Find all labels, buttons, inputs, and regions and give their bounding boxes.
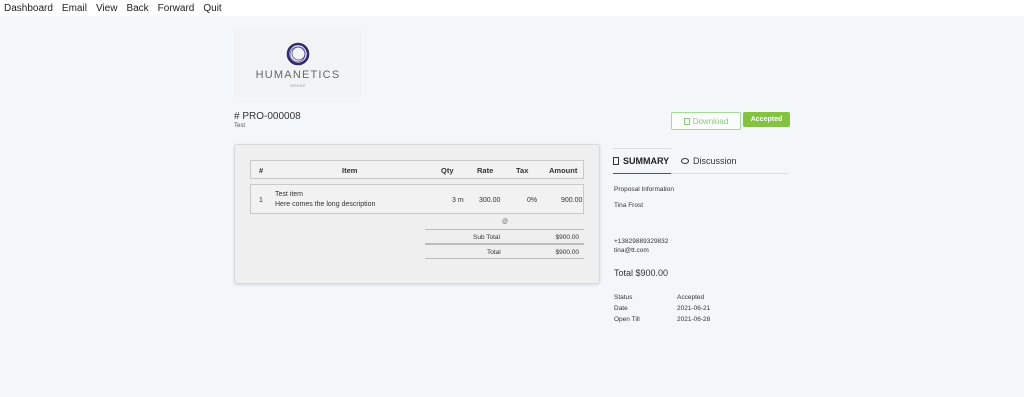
row-amount: 900.00 — [561, 197, 583, 204]
client-name: Tina Frost — [614, 202, 644, 209]
row-rate: 300.00 — [479, 197, 501, 204]
company-logo: HUMANETICS GROUP — [234, 29, 362, 97]
download-label: Download — [692, 116, 729, 126]
total-value: $900.00 — [555, 249, 580, 256]
row-description: Here comes the long description — [275, 201, 376, 208]
date-label: Date — [614, 305, 628, 312]
row-num: 1 — [259, 197, 263, 204]
menu-email[interactable]: Email — [62, 3, 87, 14]
table-marker: @ — [502, 219, 509, 225]
menu-view[interactable]: View — [96, 3, 118, 14]
row-item: Test item — [275, 191, 304, 198]
proposal-number: # PRO-000008 — [234, 111, 301, 122]
col-num-header: # — [259, 166, 264, 175]
col-rate-header: Rate — [477, 166, 494, 175]
col-amount-header: Amount — [549, 166, 578, 175]
summary-total: Total $900.00 — [614, 268, 669, 278]
menu-quit[interactable]: Quit — [203, 3, 221, 14]
items-card: # Item Qty Rate Tax Amount 1 Test item H… — [234, 144, 600, 284]
client-email: tina@tt.com — [614, 247, 649, 254]
menu-forward[interactable]: Forward — [158, 3, 195, 14]
table-header: # Item Qty Rate Tax Amount — [250, 160, 584, 179]
accepted-label: Accepted — [750, 116, 783, 123]
tab-discussion-label: Discussion — [693, 156, 737, 166]
document-icon — [613, 157, 619, 165]
logo-subtext: GROUP — [290, 84, 306, 88]
total-row: Total $900.00 — [425, 244, 584, 259]
download-button[interactable]: Download — [671, 112, 741, 130]
subtotal-label: Sub Total — [473, 234, 500, 241]
file-pdf-icon — [683, 117, 690, 125]
row-tax: 0% — [527, 197, 538, 204]
date-value: 2021-06-21 — [677, 305, 711, 312]
tab-summary[interactable]: SUMMARY — [613, 148, 671, 174]
client-phone: +13829889329832 — [614, 238, 669, 245]
subtotal-value: $900.00 — [555, 234, 580, 241]
status-label: Status — [614, 294, 633, 301]
col-qty-header: Qty — [441, 166, 454, 175]
chat-icon — [681, 158, 689, 164]
col-tax-header: Tax — [516, 166, 529, 175]
tab-summary-label: SUMMARY — [623, 156, 670, 166]
menu-dashboard[interactable]: Dashboard — [4, 3, 53, 14]
subtotal-row: Sub Total $900.00 — [425, 229, 584, 244]
logo-ring-icon — [286, 42, 310, 66]
proposal-info-title: Proposal Information — [614, 186, 674, 193]
menu-bar: Dashboard Email View Back Forward Quit — [0, 0, 1024, 16]
open-till-label: Open Till — [614, 316, 640, 323]
menu-back[interactable]: Back — [126, 3, 148, 14]
total-label: Total — [487, 249, 501, 256]
summary-tabs: SUMMARY Discussion — [613, 144, 789, 174]
logo-text: HUMANETICS — [255, 69, 341, 81]
proposal-subject: Test — [234, 123, 246, 129]
tab-discussion[interactable]: Discussion — [681, 148, 737, 174]
row-qty: 3 m — [452, 197, 464, 204]
col-item-header: Item — [342, 166, 358, 175]
table-row: 1 Test item Here comes the long descript… — [250, 184, 584, 214]
status-value: Accepted — [677, 294, 705, 301]
accepted-status-button[interactable]: Accepted — [743, 112, 790, 127]
open-till-value: 2021-06-28 — [677, 316, 711, 323]
